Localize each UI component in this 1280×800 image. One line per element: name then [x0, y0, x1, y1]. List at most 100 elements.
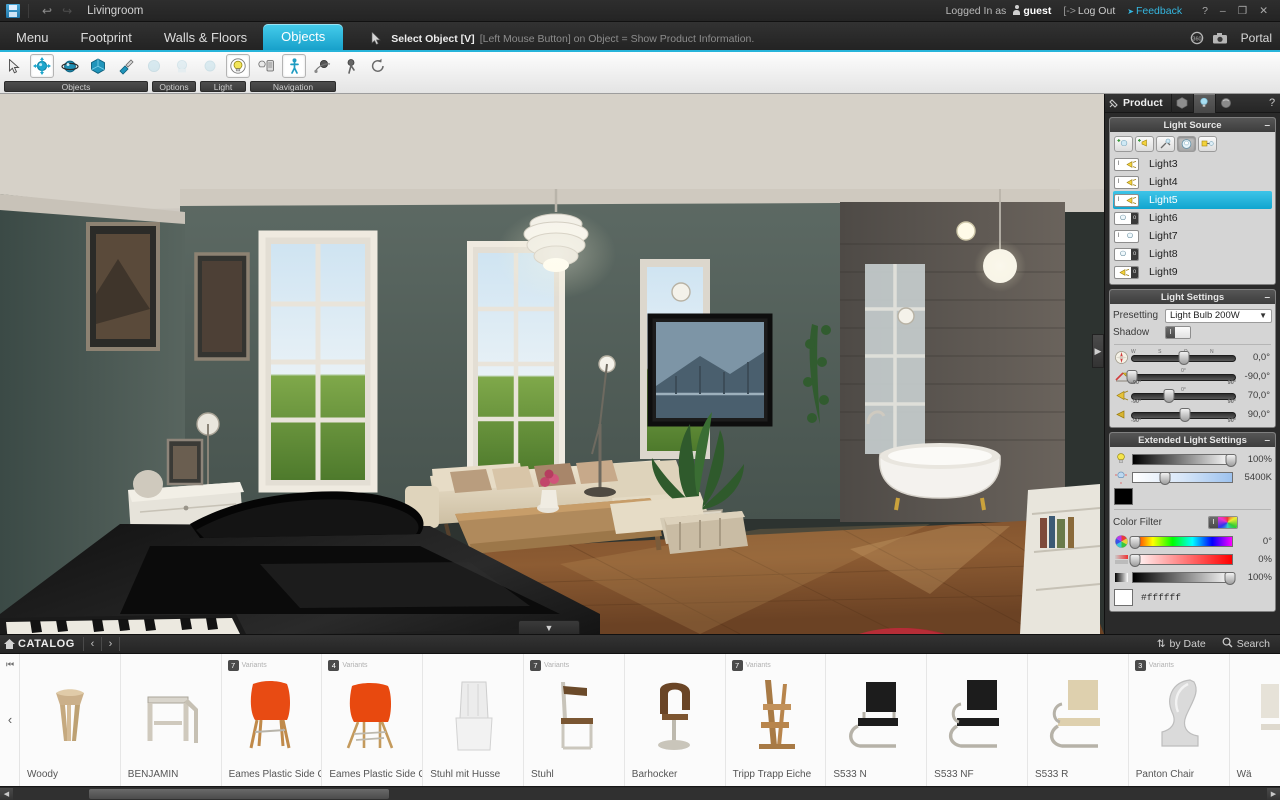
search-button[interactable]: Search [1222, 637, 1270, 651]
logout-button[interactable]: [-> Log Out [1063, 5, 1115, 17]
scroll-left-button[interactable]: ◀ [0, 787, 13, 800]
add-spot-icon[interactable] [1135, 136, 1154, 152]
move-object-tool[interactable] [30, 54, 54, 78]
select-arrow-tool[interactable] [2, 54, 26, 78]
light-list-item[interactable]: o Light8 [1113, 245, 1272, 263]
light-tilt-slider[interactable]: 0° -90° 90° -90,0° [1113, 367, 1272, 386]
light-wand-icon[interactable] [1156, 136, 1175, 152]
undo-arrow-icon[interactable]: ↩ [37, 0, 57, 22]
catalog-item[interactable]: S533 N [826, 654, 928, 786]
light-list-item[interactable]: I Light7 [1113, 227, 1272, 245]
tab-walls-floors[interactable]: Walls & Floors [148, 26, 263, 50]
group-tool[interactable] [142, 54, 166, 78]
light-toggle[interactable]: o [1114, 265, 1139, 279]
portal-button[interactable]: Portal [1241, 31, 1272, 45]
light-list-item-selected[interactable]: I Light5 [1113, 191, 1272, 209]
pin-icon[interactable] [1105, 98, 1121, 109]
temperature-track[interactable] [1132, 471, 1233, 485]
catalog-item[interactable]: S533 NF [927, 654, 1028, 786]
light-toggle[interactable]: o [1114, 247, 1139, 261]
tab-objects[interactable]: Objects [263, 24, 344, 50]
save-icon[interactable] [6, 3, 20, 18]
catalog-first-page-button[interactable]: ⏮ [0, 659, 20, 670]
compass-direction-slider[interactable]: W S O N 0,0° [1113, 348, 1272, 367]
light-toggle[interactable]: I [1114, 157, 1139, 171]
value-slider[interactable]: 100% [1113, 568, 1272, 586]
ungroup-tool[interactable] [170, 54, 194, 78]
presetting-select[interactable]: Light Bulb 200W ▼ [1165, 308, 1272, 323]
3d-viewport[interactable]: ▶ ▼ [0, 94, 1104, 634]
minimize-button[interactable]: – [1214, 5, 1232, 17]
light-toggle[interactable]: I [1114, 193, 1139, 207]
catalog-prev-page-button[interactable]: ‹ [0, 712, 20, 727]
camera-icon[interactable] [1212, 31, 1228, 45]
catalog-item[interactable]: 4 Variants Eames Plastic Side C [322, 654, 424, 786]
globe-light-icon[interactable] [1177, 136, 1196, 152]
slider-track-area[interactable]: -90° 90° [1129, 405, 1238, 424]
scrollbar-thumb[interactable] [89, 788, 389, 799]
light-toggle[interactable]: I [1114, 175, 1139, 189]
catalog-item[interactable]: S533 R [1027, 654, 1129, 786]
falloff-slider[interactable]: -90° 90° 90,0° [1113, 405, 1272, 424]
maximize-button[interactable]: ❐ [1232, 5, 1253, 17]
brightness-knob[interactable] [1225, 453, 1237, 467]
catalog-item[interactable]: Barhocker [624, 654, 726, 786]
catalog-item[interactable]: 7 Variants Stuhl [523, 654, 625, 786]
light-list-item[interactable]: o Light9 [1113, 263, 1272, 281]
feedback-button[interactable]: ➤ Feedback [1127, 5, 1182, 17]
viewport-collapse-button[interactable]: ▶ [1092, 334, 1104, 368]
light-toggle[interactable]: I [1114, 229, 1139, 243]
slider-track-area[interactable]: 0° -90° 90° [1129, 386, 1238, 405]
tab-footprint[interactable]: Footprint [65, 26, 148, 50]
scroll-right-button[interactable]: ▶ [1267, 787, 1280, 800]
hue-knob[interactable] [1129, 535, 1141, 549]
catalog-item[interactable]: Wä [1229, 654, 1280, 786]
hue-track[interactable] [1129, 535, 1233, 549]
geometry-tab[interactable] [1170, 93, 1193, 113]
light-tab[interactable] [1192, 93, 1215, 113]
light-settings-header[interactable]: Light Settings – [1110, 290, 1275, 304]
collapse-icon[interactable]: – [1264, 435, 1270, 446]
home-icon[interactable] [0, 638, 18, 650]
close-button[interactable]: ✕ [1253, 5, 1274, 17]
horizontal-scrollbar[interactable]: ◀ ▶ [0, 786, 1280, 800]
light-list-item[interactable]: I Light4 [1113, 173, 1272, 191]
catalog-item[interactable]: BENJAMIN [120, 654, 222, 786]
extended-light-settings-header[interactable]: Extended Light Settings – [1110, 433, 1275, 447]
material-tab[interactable] [1214, 93, 1237, 113]
brightness-track[interactable] [1132, 453, 1237, 467]
collapse-icon[interactable]: – [1264, 120, 1270, 131]
light-config-icon[interactable] [1198, 136, 1217, 152]
catalog-next-button[interactable]: › [102, 638, 119, 650]
scale-object-tool[interactable] [86, 54, 110, 78]
saturation-knob[interactable] [1129, 553, 1141, 567]
collapse-icon[interactable]: – [1264, 292, 1270, 303]
catalog-item[interactable]: Stuhl mit Husse [423, 654, 524, 786]
light-list-item[interactable]: o Light6 [1113, 209, 1272, 227]
temperature-knob[interactable] [1159, 471, 1171, 485]
light-list-item[interactable]: I Light3 [1113, 155, 1272, 173]
color-temperature-slider[interactable]: 5400K [1113, 468, 1272, 486]
scrollbar-track[interactable] [13, 787, 1267, 800]
slider-track-area[interactable]: W S O N [1129, 348, 1238, 367]
catalog-item[interactable]: 3 Variants Panton Chair [1128, 654, 1230, 786]
light-source-header[interactable]: Light Source – [1110, 118, 1275, 132]
rotate-object-tool[interactable] [58, 54, 82, 78]
slider-track-area[interactable]: 0° -90° 90° [1126, 367, 1238, 386]
shadow-toggle[interactable]: I [1165, 326, 1191, 339]
orbit-navigation-tool[interactable] [310, 54, 334, 78]
saturation-slider[interactable]: 0% [1113, 550, 1272, 568]
hue-slider[interactable]: 0° [1113, 532, 1272, 550]
reset-view-tool[interactable] [366, 54, 390, 78]
filter-color-swatch[interactable] [1114, 588, 1133, 606]
light-list-tool[interactable] [254, 54, 278, 78]
catalog-item[interactable]: 7 Variants Tripp Trapp Eiche [725, 654, 827, 786]
light-toggle[interactable]: o [1114, 211, 1139, 225]
saturation-track[interactable] [1129, 553, 1233, 567]
color-filter-toggle[interactable]: I [1208, 516, 1238, 529]
sort-by-date-button[interactable]: ⇅ by Date [1157, 638, 1206, 650]
panel-help-button[interactable]: ? [1264, 97, 1280, 109]
ambient-color-swatch[interactable] [1114, 487, 1133, 505]
slider-knob[interactable] [1178, 351, 1189, 365]
catalog-prev-button[interactable]: ‹ [84, 638, 101, 650]
